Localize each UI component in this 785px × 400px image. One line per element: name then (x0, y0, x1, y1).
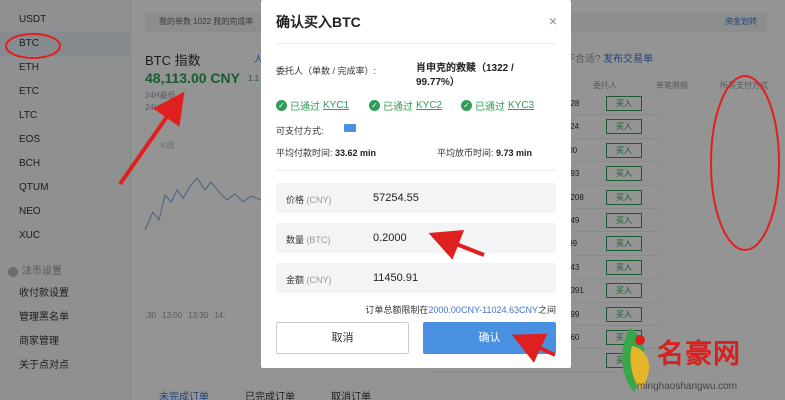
quantity-input[interactable]: 数量 (BTC) 0.2000 (276, 223, 556, 253)
dialog-title: 确认买入BTC (276, 14, 361, 30)
close-icon[interactable]: × (549, 13, 557, 29)
price-value: 57254.55 (373, 192, 419, 204)
quantity-value[interactable]: 0.2000 (373, 232, 407, 244)
trader-label: 委托人（单数 / 完成率）: (276, 66, 377, 76)
kyc2-badge: ✓ 已通过 KYC2 (369, 98, 442, 113)
check-icon: ✓ (276, 100, 287, 111)
confirm-buy-dialog: 确认买入BTC × 委托人（单数 / 完成率）: 肖申克的救赎（1322 / 9… (261, 0, 571, 368)
avg-pay-time: 平均付款时间: 33.62 min (276, 148, 377, 158)
bank-card-icon (344, 124, 356, 132)
kyc3-badge: ✓ 已通过 KYC3 (461, 98, 534, 113)
pay-method-label: 可支付方式: (276, 126, 324, 136)
watermark-title: 名豪网 (657, 339, 741, 369)
divider (276, 43, 556, 44)
order-limit-note: 订单总额限制在2000.00CNY-11024.63CNY之间 (365, 305, 556, 315)
amount-value[interactable]: 11450.91 (373, 272, 418, 284)
kyc1-badge: ✓ 已通过 KYC1 (276, 98, 349, 113)
cancel-button[interactable]: 取消 (276, 322, 409, 354)
check-icon: ✓ (461, 100, 472, 111)
divider (276, 170, 556, 171)
watermark-url: minghaoshangwu.com (637, 381, 738, 392)
trader-name: 肖申克的救赎（1322 / 99.77%） (416, 63, 514, 88)
amount-input[interactable]: 金额 (CNY) 11450.91 (276, 263, 556, 293)
price-field: 价格 (CNY) 57254.55 (276, 183, 556, 213)
confirm-button[interactable]: 确认 (423, 322, 556, 354)
avg-release-time: 平均放币时间: 9.73 min (437, 148, 533, 158)
check-icon: ✓ (369, 100, 380, 111)
